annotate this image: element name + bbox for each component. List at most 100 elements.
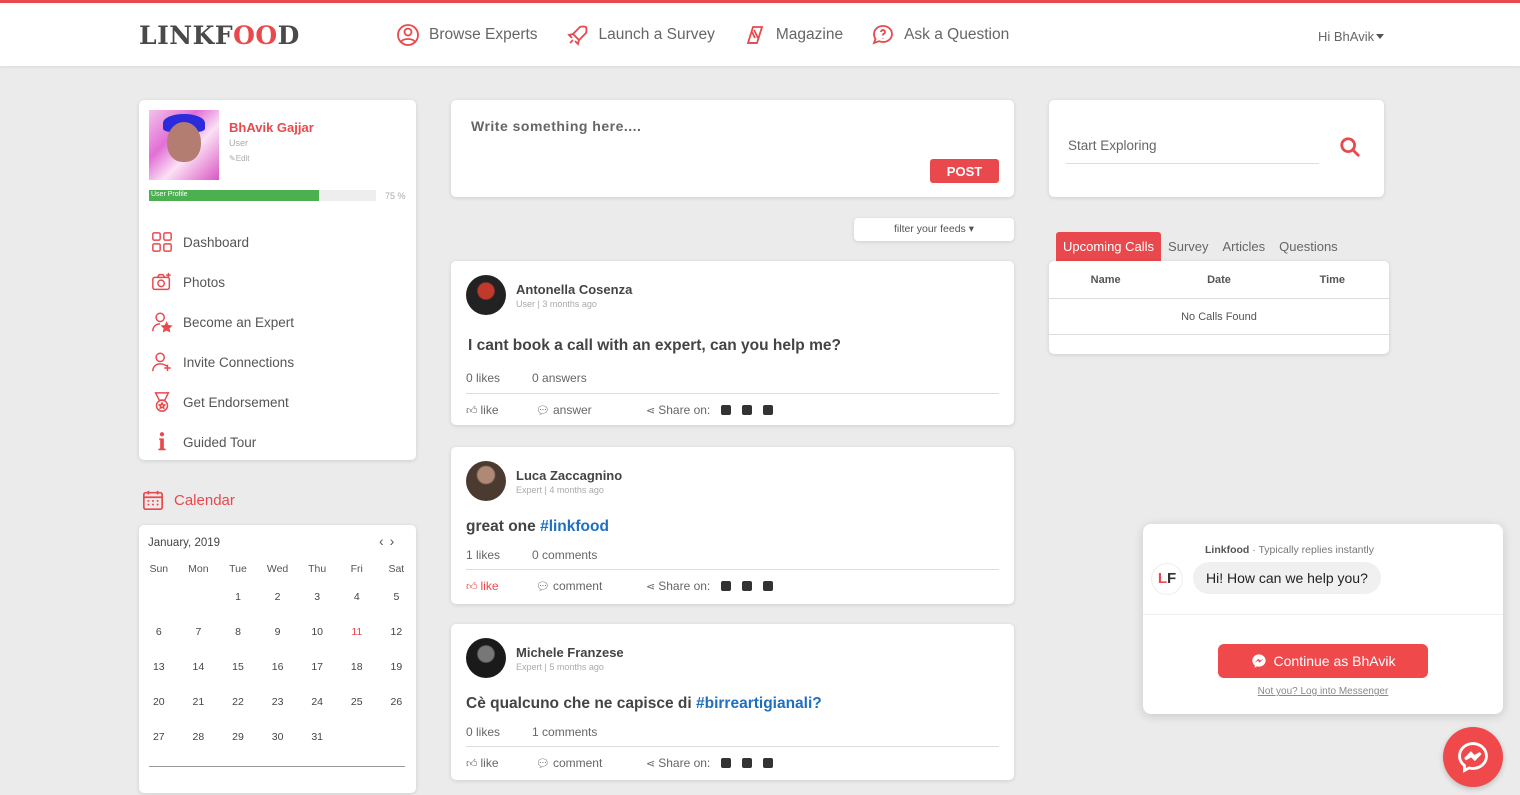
calendar-day[interactable]: 28 (179, 731, 219, 766)
linkedin-icon[interactable] (763, 581, 774, 591)
profile-edit-link[interactable]: ✎Edit (229, 154, 250, 163)
linkedin-icon[interactable] (763, 405, 774, 415)
like-button[interactable]: 👍︎ like (466, 403, 536, 417)
calendar-day[interactable]: 21 (179, 696, 219, 731)
facebook-icon[interactable] (721, 758, 732, 768)
menu-invite-connections[interactable]: Invite Connections (151, 342, 294, 382)
nav-browse-experts[interactable]: Browse Experts (396, 23, 538, 47)
user-menu-dropdown[interactable]: Hi BhAvik (1318, 29, 1385, 44)
author-avatar[interactable] (466, 638, 506, 678)
menu-photos[interactable]: Photos (151, 262, 294, 302)
question-bubble-icon (872, 25, 893, 45)
share-icon: ⋖ (646, 757, 656, 770)
calendar-day[interactable]: 12 (377, 626, 417, 661)
weekday-label: Mon (188, 563, 209, 575)
tab-upcoming-calls[interactable]: Upcoming Calls (1056, 232, 1162, 261)
continue-as-button[interactable]: Continue as BhAvik (1218, 644, 1428, 678)
calendar-day[interactable]: 11 (337, 626, 377, 661)
calendar-day[interactable]: 4 (337, 591, 377, 626)
calendar-day[interactable]: 9 (258, 626, 298, 661)
comment-button[interactable]: 💬︎ comment (536, 756, 646, 770)
rocket-icon (566, 25, 587, 46)
twitter-icon[interactable] (742, 405, 753, 415)
calendar-day[interactable]: 20 (139, 696, 179, 731)
nav-magazine[interactable]: Magazine (743, 23, 843, 47)
facebook-icon[interactable] (721, 405, 732, 415)
hashtag-link[interactable]: #birreartigianali? (696, 695, 822, 712)
like-button[interactable]: 👍︎ like (466, 756, 536, 770)
twitter-icon[interactable] (742, 758, 753, 768)
pencil-icon: ✎ (229, 154, 236, 163)
calendar-day[interactable]: 23 (258, 696, 298, 731)
calendar-day[interactable]: 1 (218, 591, 258, 626)
calendar-day[interactable]: 7 (179, 626, 219, 661)
tab-articles[interactable]: Articles (1216, 232, 1273, 261)
calendar-day[interactable]: 30 (258, 731, 298, 766)
like-button[interactable]: 👍︎ like (466, 579, 536, 593)
search-icon[interactable] (1339, 136, 1361, 158)
search-card: Start Exploring (1049, 100, 1384, 197)
hashtag-link[interactable]: #linkfood (540, 518, 609, 535)
messenger-fab-button[interactable] (1443, 727, 1503, 787)
chevron-left-icon[interactable]: ‹ (379, 533, 390, 549)
profile-avatar[interactable] (149, 110, 219, 180)
calendar-day[interactable]: 29 (218, 731, 258, 766)
menu-dashboard[interactable]: Dashboard (151, 222, 294, 262)
calendar-day[interactable]: 14 (179, 661, 219, 696)
twitter-icon[interactable] (742, 581, 753, 591)
linkedin-icon[interactable] (763, 758, 774, 768)
tab-questions[interactable]: Questions (1272, 232, 1345, 261)
share-icon: ⋖ (646, 404, 656, 417)
replies-count: 0 answers (532, 371, 587, 385)
calendar-icon (143, 490, 163, 510)
calendar-day[interactable]: 2 (258, 591, 298, 626)
log-into-messenger-link[interactable]: Not you? Log into Messenger (1143, 686, 1503, 697)
nav-launch-survey[interactable]: Launch a Survey (566, 23, 715, 47)
calendar-day[interactable]: 15 (218, 661, 258, 696)
filter-feeds-dropdown[interactable]: filter your feeds ▾ (854, 218, 1014, 241)
calendar-day[interactable]: 17 (297, 661, 337, 696)
post-author[interactable]: Michele Franzese (516, 645, 624, 660)
calendar-day[interactable]: 25 (337, 696, 377, 731)
main-nav: Browse Experts Launch a Survey Magazine … (396, 23, 1037, 47)
tab-survey[interactable]: Survey (1161, 232, 1215, 261)
answer-button[interactable]: 💬︎ answer (536, 403, 646, 417)
menu-guided-tour[interactable]: Guided Tour (151, 422, 294, 462)
calendar-day[interactable]: 27 (139, 731, 179, 766)
profile-name[interactable]: BhAvik Gajjar (229, 120, 314, 135)
calendar-day[interactable]: 26 (377, 696, 417, 731)
calendar-day[interactable]: 22 (218, 696, 258, 731)
calendar-day[interactable]: 16 (258, 661, 298, 696)
calendar-day[interactable]: 8 (218, 626, 258, 661)
calendar-day[interactable]: 6 (139, 626, 179, 661)
calendar-day[interactable]: 10 (297, 626, 337, 661)
weekday-label: Thu (308, 563, 327, 575)
chevron-right-icon[interactable]: › (390, 533, 401, 549)
calendar-day[interactable]: 19 (377, 661, 417, 696)
linkfood-logo[interactable]: LINKFOOD (139, 21, 300, 50)
nav-ask-question[interactable]: Ask a Question (871, 23, 1009, 47)
post-button[interactable]: POST (930, 159, 999, 183)
post-text[interactable]: I cant book a call with an expert, can y… (468, 337, 841, 355)
menu-label: Become an Expert (183, 314, 295, 330)
calendar-day[interactable]: 31 (297, 731, 337, 766)
calendar-day[interactable]: 3 (297, 591, 337, 626)
composer-input[interactable]: Write something here.... (471, 118, 641, 134)
menu-become-expert[interactable]: Become an Expert (151, 302, 294, 342)
post-author[interactable]: Luca Zaccagnino (516, 468, 622, 483)
calendar-day[interactable]: 24 (297, 696, 337, 731)
author-avatar[interactable] (466, 275, 506, 315)
chat-page-status: Linkfood · Typically replies instantly (1205, 544, 1375, 556)
post-author[interactable]: Antonella Cosenza (516, 282, 632, 297)
post-text[interactable]: great one #linkfood (466, 518, 609, 536)
calendar-day[interactable]: 5 (377, 591, 417, 626)
comment-button[interactable]: 💬︎ comment (536, 579, 646, 593)
search-input[interactable]: Start Exploring (1066, 138, 1319, 164)
menu-get-endorsement[interactable]: Get Endorsement (151, 382, 294, 422)
info-icon (158, 432, 166, 451)
calendar-day[interactable]: 18 (337, 661, 377, 696)
author-avatar[interactable] (466, 461, 506, 501)
post-text[interactable]: Cè qualcuno che ne capisce di #birrearti… (466, 695, 822, 713)
calendar-day[interactable]: 13 (139, 661, 179, 696)
facebook-icon[interactable] (721, 581, 732, 591)
